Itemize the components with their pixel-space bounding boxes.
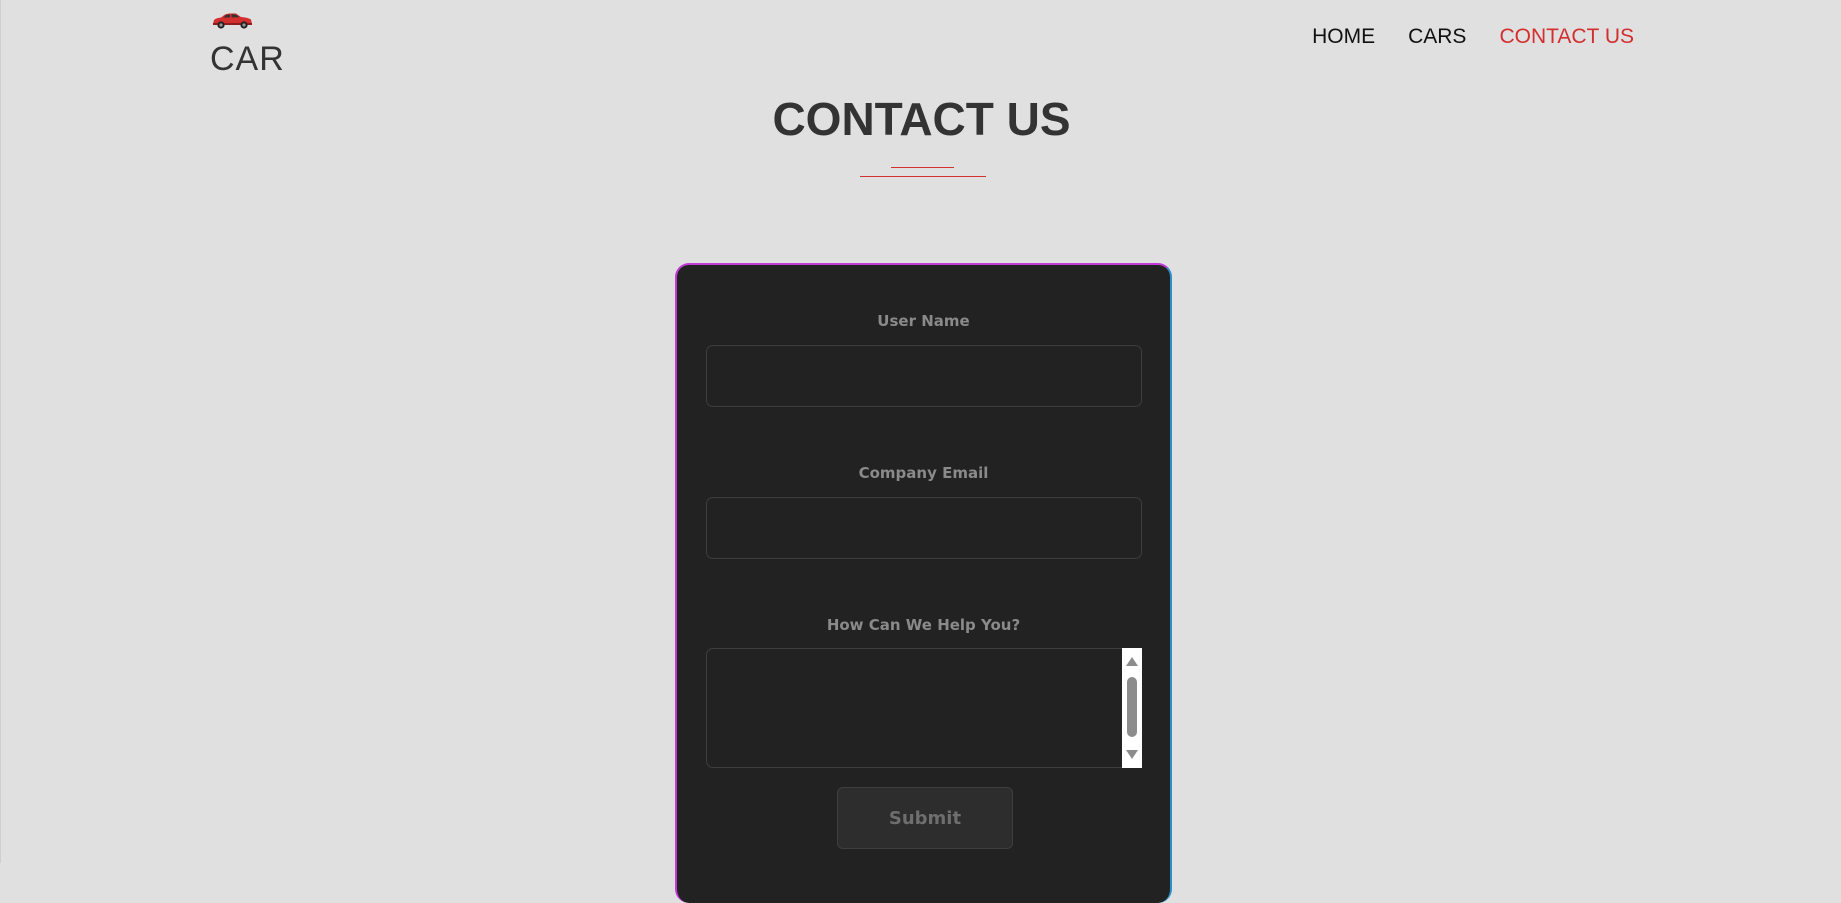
- scroll-thumb[interactable]: [1127, 677, 1137, 737]
- user-name-input[interactable]: [706, 345, 1142, 407]
- logo-text: CAR: [210, 40, 285, 78]
- company-email-label: Company Email: [858, 464, 989, 482]
- scroll-down-arrow-icon[interactable]: [1126, 750, 1138, 759]
- message-label: How Can We Help You?: [826, 616, 1021, 634]
- scroll-up-arrow-icon[interactable]: [1126, 657, 1138, 666]
- main-nav: HOME CARS CONTACT US: [1312, 25, 1634, 49]
- underline-short: [891, 167, 954, 168]
- message-textarea[interactable]: [706, 648, 1142, 768]
- nav-item-home[interactable]: HOME: [1312, 25, 1375, 49]
- contact-form: User Name Company Email How Can We Help …: [675, 263, 1172, 903]
- nav-item-cars[interactable]: CARS: [1408, 25, 1466, 49]
- title-underline: [860, 167, 986, 179]
- underline-long: [860, 176, 986, 177]
- company-email-input[interactable]: [706, 497, 1142, 559]
- textarea-scrollbar[interactable]: [1122, 648, 1142, 768]
- logo[interactable]: CAR: [210, 12, 285, 79]
- page-title: CONTACT US: [772, 93, 1071, 145]
- car-icon: [213, 13, 252, 29]
- user-name-label: User Name: [877, 312, 970, 330]
- submit-button[interactable]: Submit: [837, 787, 1013, 849]
- nav-item-contact-us[interactable]: CONTACT US: [1499, 25, 1634, 49]
